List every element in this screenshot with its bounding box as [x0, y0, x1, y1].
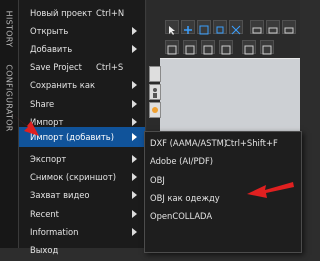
submenu-item-label: DXF (AAMA/ASTM) [150, 138, 228, 148]
submenu-arrow-icon [132, 118, 137, 126]
menu-item-exit[interactable]: Выход [19, 239, 145, 261]
menu-item-label: Recent [30, 209, 59, 219]
grid-icon [284, 27, 294, 34]
viewport-tool-person[interactable] [149, 84, 161, 100]
submenu-item-label: OBJ [150, 175, 165, 185]
arrow-icon [169, 26, 175, 35]
submenu-item-opencollada[interactable]: OpenCOLLADA [145, 205, 301, 227]
menu-item-shortcut: Ctrl+S [96, 62, 124, 72]
grid-icon [203, 45, 213, 55]
tool-button-14[interactable] [260, 40, 274, 55]
tab-configurator-label: CONFIGURATOR [4, 64, 14, 132]
menu-item-label: Импорт [30, 117, 64, 127]
grid-icon [231, 25, 241, 35]
submenu-arrow-icon [132, 100, 137, 108]
viewport-tool-1[interactable] [149, 66, 161, 82]
person-icon [153, 88, 157, 98]
submenu-item-shortcut: Ctrl+Shift+F [225, 138, 278, 148]
menu-item-import-add[interactable]: Импорт (добавить) [19, 127, 145, 147]
tool-button-5[interactable] [229, 20, 243, 35]
submenu-arrow-icon [132, 228, 137, 236]
tool-button-13[interactable] [242, 40, 256, 55]
tab-configurator[interactable]: CONFIGURATOR [0, 58, 18, 138]
select-tool-button[interactable] [165, 20, 179, 35]
menu-item-label: Добавить [30, 44, 73, 54]
tool-button-10[interactable] [183, 40, 197, 55]
menu-item-label: Захват видео [30, 190, 90, 200]
submenu-arrow-icon [132, 155, 137, 163]
grid-icon [252, 27, 262, 34]
submenu-arrow-icon [132, 81, 137, 89]
submenu-arrow-icon [132, 45, 137, 53]
grid-icon [244, 45, 254, 55]
submenu-arrow-icon [132, 191, 137, 199]
submenu-arrow-icon [132, 173, 137, 181]
grid-icon [199, 25, 209, 35]
grid-icon [262, 45, 272, 55]
grid-icon [185, 45, 195, 55]
menu-item-label: Экспорт [30, 154, 67, 164]
submenu-arrow-icon [132, 27, 137, 35]
submenu-arrow-icon [132, 133, 137, 141]
grid-icon [268, 27, 278, 34]
submenu-arrow-icon [132, 210, 137, 218]
menu-item-label: Information [30, 227, 79, 237]
tool-button-9[interactable] [165, 40, 179, 55]
menu-item-label: Save Project [30, 62, 82, 72]
side-tab-bar: HISTORY CONFIGURATOR [0, 0, 19, 248]
tab-history[interactable]: HISTORY [0, 2, 18, 56]
menu-item-label: Сохранить как [30, 80, 96, 90]
grid-icon [216, 26, 224, 34]
submenu-item-label: OBJ как одежду [150, 193, 220, 203]
submenu-item-label: Adobe (AI/PDF) [150, 156, 214, 166]
tool-button-6[interactable] [250, 20, 264, 34]
bulb-icon [152, 107, 158, 113]
grid-icon [167, 45, 177, 55]
grid-icon [221, 45, 231, 55]
tool-button-8[interactable] [282, 20, 296, 34]
menu-item-shortcut: Ctrl+N [96, 8, 125, 18]
tool-button-12[interactable] [219, 40, 233, 55]
menu-item-label: Новый проект [30, 8, 93, 18]
menu-item-label: Share [30, 99, 55, 109]
tool-button-4[interactable] [213, 20, 227, 34]
file-menu: Новый проект Ctrl+N Открыть Добавить Sav… [19, 0, 146, 255]
menu-item-label: Открыть [30, 26, 69, 36]
tab-history-label: HISTORY [4, 10, 14, 48]
menu-item-label: Снимок (скриншот) [30, 172, 117, 182]
add-point-button[interactable] [181, 20, 195, 34]
viewport-tool-bulb[interactable] [149, 102, 161, 118]
menu-item-label: Импорт (добавить) [30, 132, 114, 142]
tool-button-7[interactable] [266, 20, 280, 34]
tool-button-11[interactable] [201, 40, 215, 55]
plus-icon [184, 26, 192, 34]
import-add-submenu: DXF (AAMA/ASTM) Ctrl+Shift+F Adobe (AI/P… [144, 131, 302, 253]
submenu-item-label: OpenCOLLADA [150, 211, 213, 221]
menu-item-label: Выход [30, 245, 59, 255]
tool-button-3[interactable] [197, 20, 211, 35]
